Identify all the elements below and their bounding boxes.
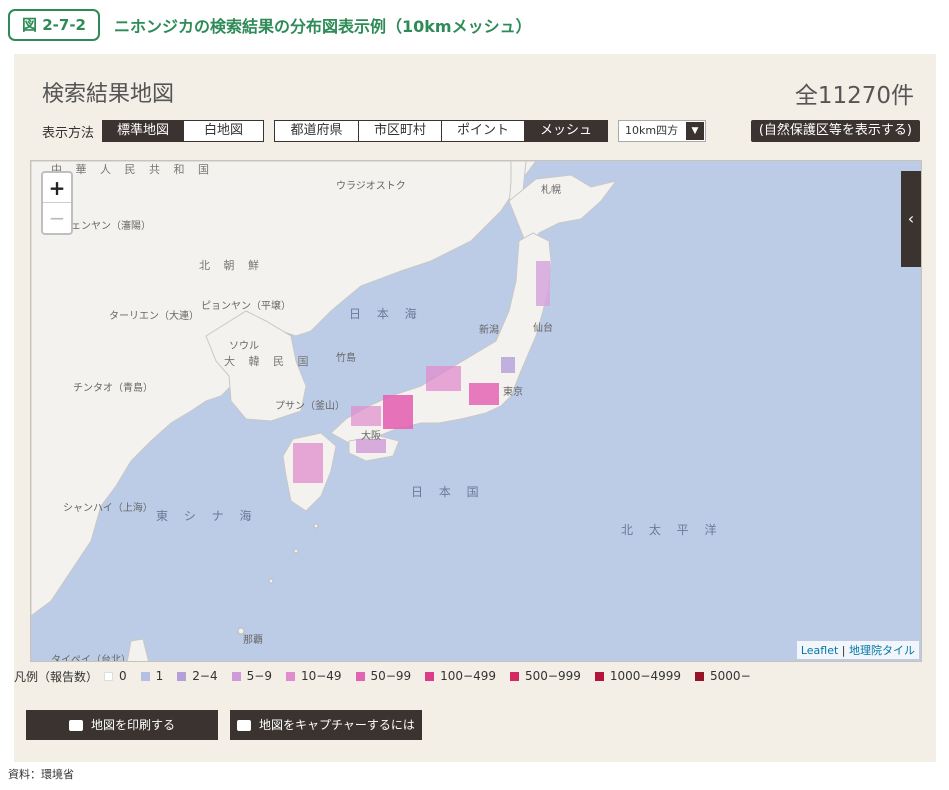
legend-item: 100−499 [425,669,496,683]
label-pacific: 北 太 平 洋 [621,523,723,537]
mesh-chubu [426,366,461,391]
map-attribution: Leaflet | 地理院タイル [796,641,919,659]
legend-swatch [510,671,520,681]
mesh-size-select[interactable]: 10km四方 ▼ [618,120,707,142]
display-method-row: 表示方法 標準地図 白地図 都道府県 市区町村 ポイント メッシュ 10km四方… [42,120,707,142]
capture-map-label: 地図をキャプチャーするには [259,718,415,732]
legend-swatch [285,671,295,681]
camera-icon [237,719,252,731]
legend-label: 0 [119,669,127,683]
mesh-chugoku [351,406,381,426]
show-protected-areas-button[interactable]: (自然保護区等を表示する) [750,120,920,142]
point-button[interactable]: ポイント [441,121,525,141]
panel-toggle-button[interactable]: ‹ [901,171,921,267]
label-south-korea: 大 韓 民 国 [224,355,314,368]
label-tokyo: 東京 [503,387,523,398]
label-busan: プサン（釜山） [275,401,345,412]
label-shenyang: シェンヤン（瀋陽） [61,221,151,232]
label-north-korea: 北 朝 鮮 [199,259,264,272]
label-taipei: タイペイ（台北） [51,655,131,662]
label-vladivostok: ウラジオストク [336,181,406,192]
result-count: 全11270件 [794,83,914,109]
dropdown-arrow-icon: ▼ [686,122,705,140]
display-method-label: 表示方法 [42,125,95,141]
mesh-button[interactable]: メッシュ [524,121,608,141]
label-pyongyang: ピョンヤン（平壌） [201,301,291,312]
map-canvas [31,161,618,661]
label-east-china-sea: 東 シ ナ 海 [156,509,258,523]
map-type-toggle: 標準地図 白地図 [102,120,265,142]
printer-icon [68,719,83,731]
search-result-panel: 検索結果地図 全11270件 表示方法 標準地図 白地図 都道府県 市区町村 ポ… [14,54,936,762]
legend-label: 500−999 [525,669,581,683]
figure-header: 図 2-7-2 ニホンジカの検索結果の分布図表示例（10kmメッシュ） [8,8,532,42]
label-takeshima: 竹島 [336,353,356,364]
label-shanghai: シャンハイ（上海） [63,503,153,514]
legend-item: 2−4 [177,669,218,683]
mesh-size-value: 10km四方 [625,124,679,137]
legend-swatch [177,671,187,681]
zoom-in-button[interactable]: + [43,173,71,203]
legend-label: 5000− [710,669,751,683]
prefecture-button[interactable]: 都道府県 [275,121,359,141]
mesh-kyushu [293,443,323,483]
legend-item: 10−49 [285,669,342,683]
label-naha: 那覇 [243,635,263,646]
blank-map-button[interactable]: 白地図 [183,121,264,141]
capture-map-button[interactable]: 地図をキャプチャーするには [230,710,422,740]
gsi-tiles-link[interactable]: 地理院タイル [849,644,915,657]
zoom-out-button[interactable]: − [43,203,71,233]
unit-toggle: 都道府県 市区町村 ポイント メッシュ [274,120,609,142]
legend-swatch [355,671,365,681]
source-note: 資料：環境省 [8,768,74,781]
legend-item: 50−99 [355,669,412,683]
label-dalian: ターリエン（大連） [109,311,199,322]
legend-label: 50−99 [370,669,412,683]
label-china: 中 華 人 民 共 和 国 [51,163,214,176]
legend-item: 5000− [695,669,751,683]
legend-label: 2−4 [192,669,218,683]
label-seoul: ソウル [229,341,259,352]
zoom-control: + − [41,171,73,235]
legend-item: 5−9 [231,669,272,683]
legend-label: 100−499 [440,669,497,683]
legend-swatch [140,671,150,681]
municipality-button[interactable]: 市区町村 [358,121,442,141]
page-title: 検索結果地図 [42,82,175,107]
legend-item: 1000−4999 [594,669,682,683]
legend-swatch [594,671,604,681]
label-japan: 日 本 国 [411,485,485,499]
mesh-ibaraki [501,357,515,373]
legend-label: 1 [155,669,164,683]
legend-item: 1 [140,669,164,683]
mesh-tohoku [536,261,550,306]
label-sea-of-japan: 日 本 海 [349,307,423,321]
standard-map-button[interactable]: 標準地図 [103,121,184,141]
leaflet-link[interactable]: Leaflet [801,644,838,657]
legend-swatch [104,671,114,681]
mesh-kanto [469,383,499,405]
legend-item: 500−999 [510,669,581,683]
print-map-button[interactable]: 地図を印刷する [26,710,218,740]
legend-swatch [695,671,705,681]
legend-swatch [425,671,435,681]
label-osaka: 大阪 [361,431,381,442]
legend-title: 凡例（報告数） [14,669,99,684]
legend-swatch [231,671,241,681]
label-sapporo: 札幌 [541,185,561,196]
legend: 凡例（報告数） 0 1 2−4 5−9 10−49 50−99 100−499 500−999… [14,666,765,686]
legend-label: 5−9 [246,669,272,683]
figure-number: 図 2-7-2 [8,9,100,41]
label-qingdao: チンタオ（青島） [73,383,153,394]
print-map-label: 地図を印刷する [90,718,175,732]
label-niigata: 新潟 [479,325,499,336]
figure-title: ニホンジカの検索結果の分布図表示例（10kmメッシュ） [114,17,532,36]
label-sendai: 仙台 [533,323,553,334]
mesh-kansai [383,395,413,429]
distribution-map[interactable]: 中 華 人 民 共 和 国 ウラジオストク シェンヤン（瀋陽） 北 朝 鮮 ピョ… [30,160,922,662]
legend-label: 10−49 [300,669,342,683]
legend-label: 1000−4999 [609,669,682,683]
legend-item: 0 [104,669,127,683]
